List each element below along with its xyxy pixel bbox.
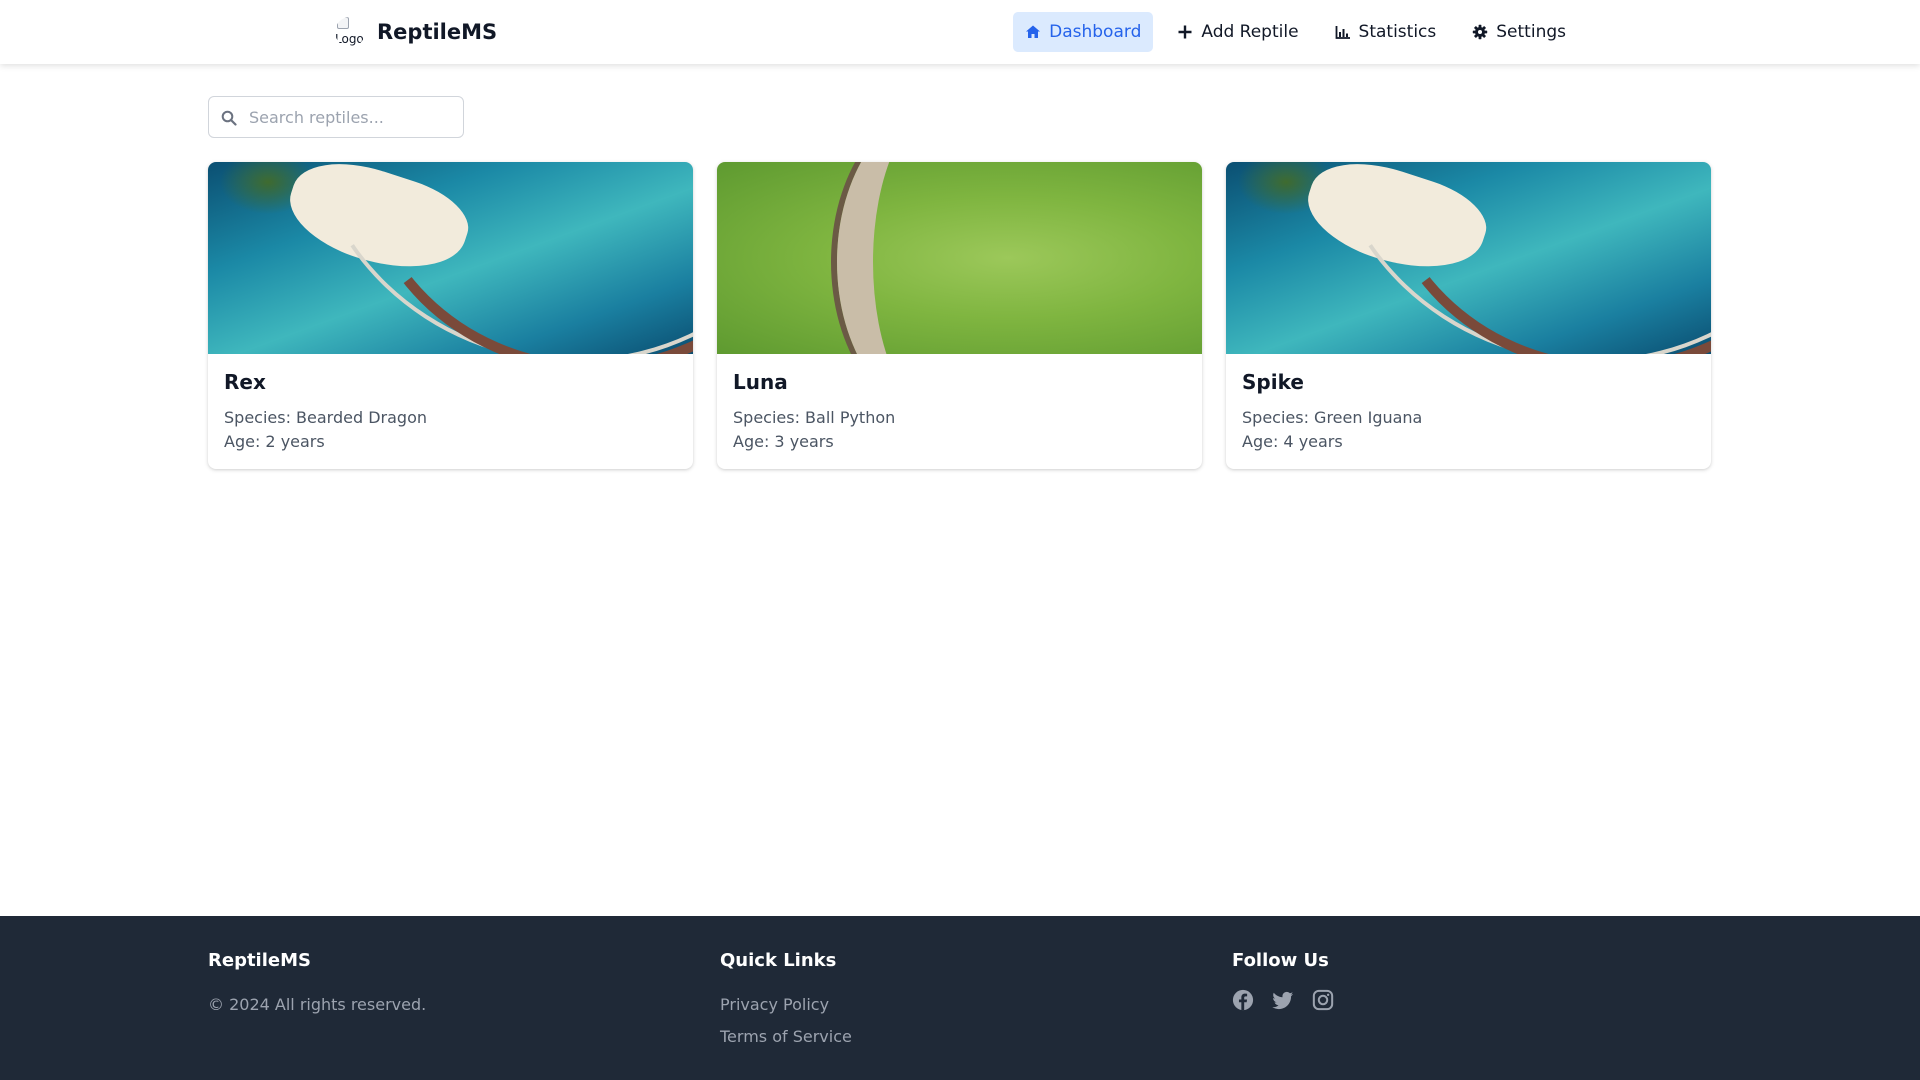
nav-label: Add Reptile (1201, 22, 1299, 42)
reptile-card[interactable]: Spike Species: Green Iguana Age: 4 years (1226, 162, 1711, 469)
logo-alt-text: Logo (335, 32, 364, 46)
gear-icon (1473, 24, 1488, 40)
social-links (1232, 989, 1334, 1011)
reptile-name: Spike (1242, 370, 1304, 394)
reptile-species: Species: Bearded Dragon (224, 408, 428, 427)
footer-quick-links: Quick Links Privacy Policy Terms of Serv… (720, 950, 852, 1053)
reptile-image (1226, 162, 1711, 354)
footer-brand-title: ReptileMS (208, 950, 311, 971)
search-input[interactable] (249, 97, 454, 137)
search-icon (221, 110, 237, 126)
copyright: © 2024 All rights reserved. (208, 995, 427, 1014)
reptile-card[interactable]: Rex Species: Bearded Dragon Age: 2 years (208, 162, 693, 469)
footer-brand: ReptileMS © 2024 All rights reserved. (208, 950, 426, 1021)
footer-follow: Follow Us (1232, 950, 1334, 1011)
bar-chart-icon (1335, 26, 1350, 39)
brand-name: ReptileMS (377, 20, 498, 44)
home-icon (1026, 25, 1041, 38)
reptile-name: Rex (224, 370, 266, 394)
brand[interactable]: Logo ReptileMS (335, 0, 497, 64)
nav-statistics[interactable]: Statistics (1323, 12, 1449, 52)
search-box (208, 96, 464, 138)
footer: ReptileMS © 2024 All rights reserved. Qu… (0, 916, 1920, 1080)
reptile-age: Age: 4 years (1242, 432, 1343, 451)
reptile-image (717, 162, 1202, 354)
nav-label: Statistics (1358, 22, 1437, 42)
broken-image-icon (337, 17, 349, 29)
reptile-age: Age: 2 years (224, 432, 325, 451)
reptile-species: Species: Ball Python (733, 408, 896, 427)
nav-label: Dashboard (1049, 22, 1142, 42)
nav-add-reptile[interactable]: Add Reptile (1165, 12, 1310, 52)
top-navbar: Logo ReptileMS Dashboard Add Reptile Sta… (0, 0, 1920, 64)
reptile-grid: Rex Species: Bearded Dragon Age: 2 years… (208, 162, 1711, 469)
logo: Logo (335, 17, 365, 47)
reptile-age: Age: 3 years (733, 432, 834, 451)
privacy-policy-link[interactable]: Privacy Policy (720, 989, 852, 1021)
quick-links-title: Quick Links (720, 950, 837, 971)
nav-dashboard[interactable]: Dashboard (1013, 12, 1154, 52)
nav-settings[interactable]: Settings (1460, 12, 1578, 52)
follow-us-title: Follow Us (1232, 950, 1329, 971)
reptile-image (208, 162, 693, 354)
twitter-icon[interactable] (1272, 989, 1294, 1011)
nav-label: Settings (1496, 22, 1566, 42)
reptile-species: Species: Green Iguana (1242, 408, 1423, 427)
instagram-icon[interactable] (1312, 989, 1334, 1011)
reptile-card[interactable]: Luna Species: Ball Python Age: 3 years (717, 162, 1202, 469)
main-nav: Dashboard Add Reptile Statistics Setting… (1013, 12, 1578, 52)
reptile-name: Luna (733, 370, 788, 394)
plus-icon (1178, 25, 1192, 39)
facebook-icon[interactable] (1232, 989, 1254, 1011)
terms-of-service-link[interactable]: Terms of Service (720, 1021, 852, 1053)
